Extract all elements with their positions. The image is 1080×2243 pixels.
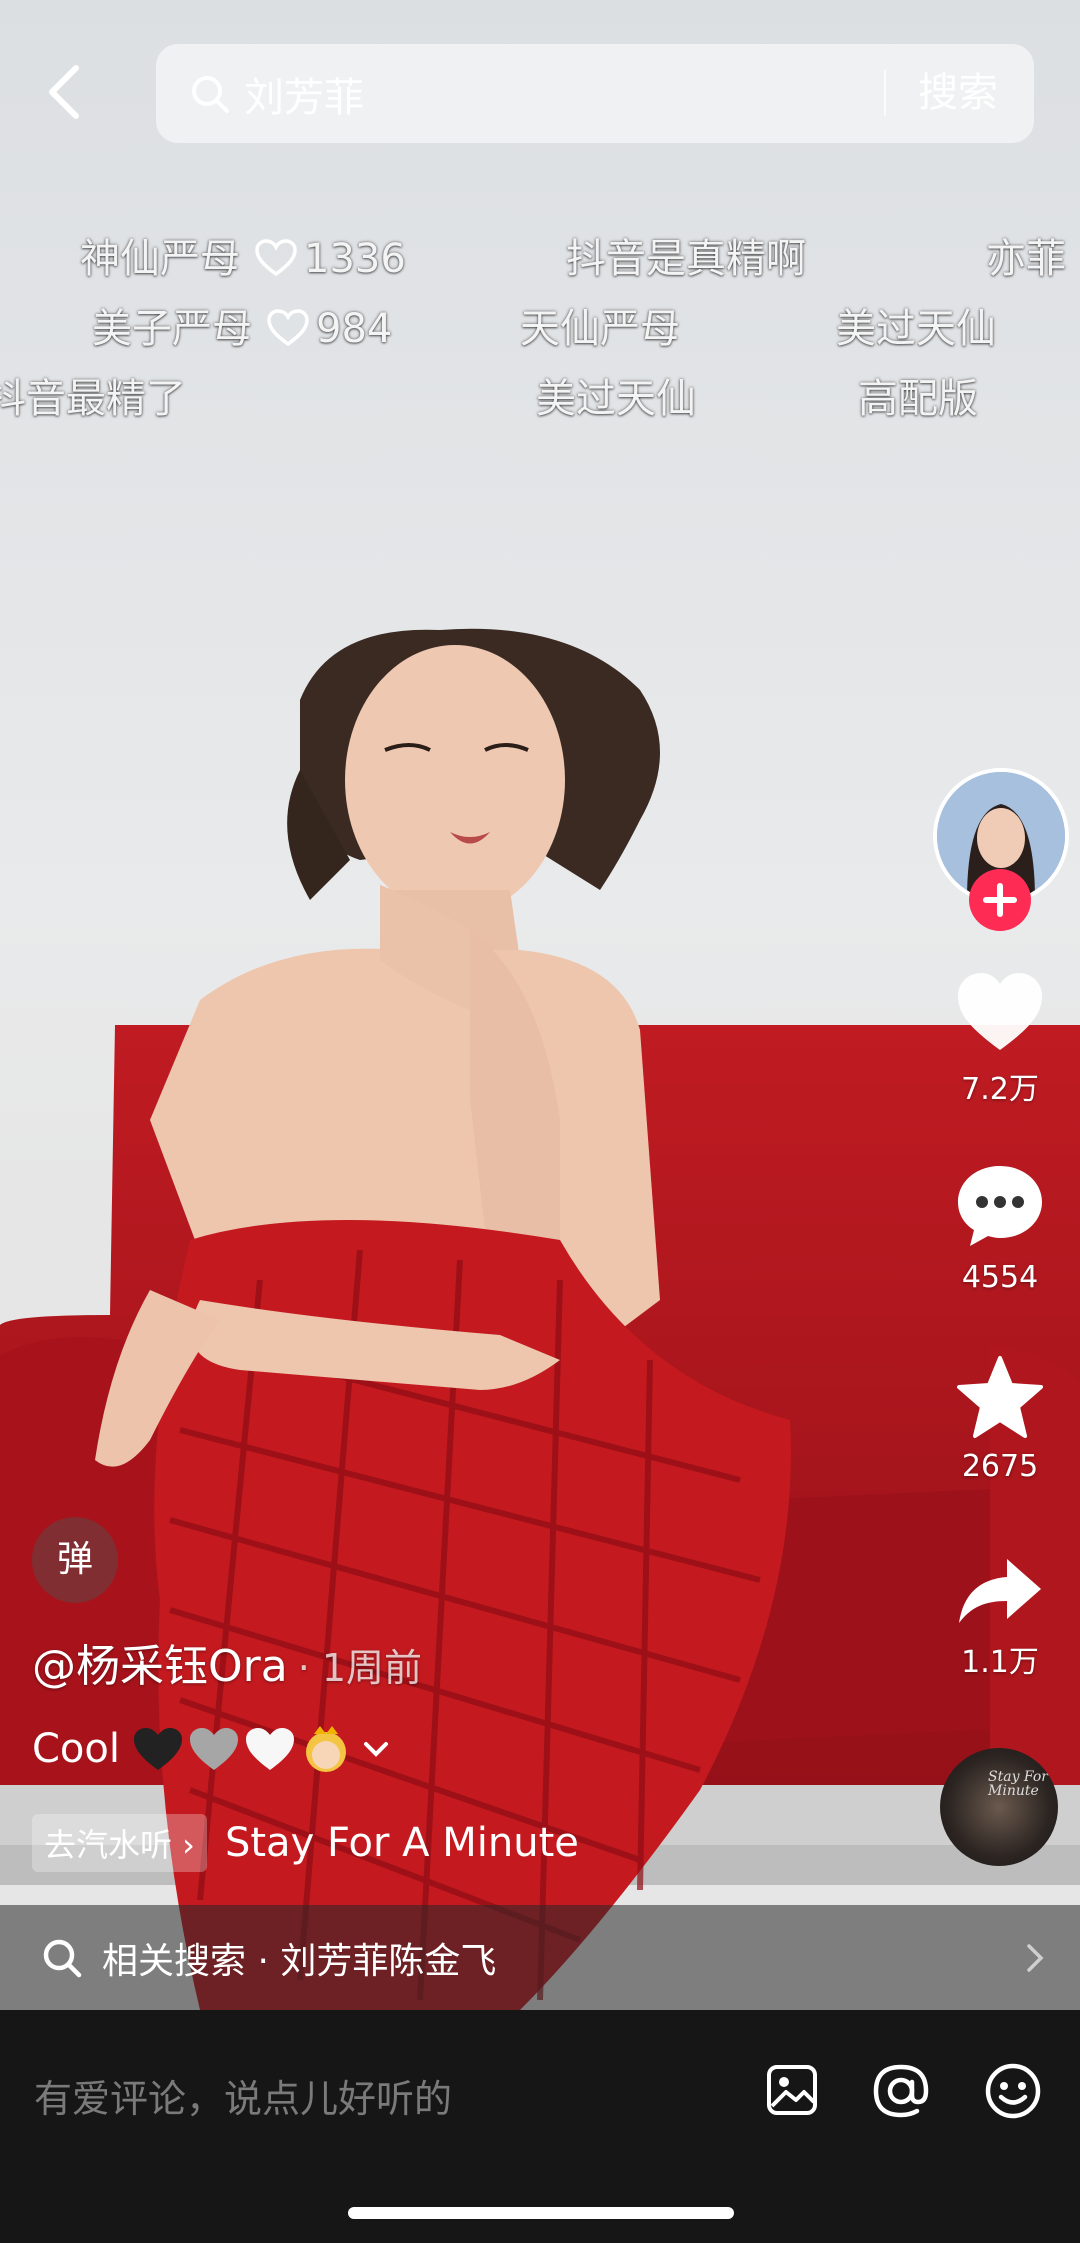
post-time: · 1周前 [297, 1646, 423, 1690]
expand-chevron-icon[interactable] [362, 1739, 390, 1759]
post-author-line: @杨采钰Ora · 1周前 [32, 1630, 422, 1694]
danmaku-item[interactable]: 亦菲 [986, 226, 1066, 284]
search-icon [43, 1939, 82, 1977]
favorite-action[interactable]: 2675 [930, 1355, 1070, 1484]
black-heart-emoji-icon [134, 1728, 182, 1770]
white-heart-emoji-icon [246, 1728, 294, 1770]
share-count: 1.1万 [961, 1645, 1039, 1680]
post-caption[interactable]: Cool [32, 1724, 390, 1774]
heart-outline-icon [255, 239, 297, 277]
related-search-bar[interactable]: 相关搜索 · 刘芳菲陈金飞 [0, 1905, 1080, 2010]
danmaku-item[interactable]: 神仙严母 1336 [80, 226, 406, 284]
danmaku-item[interactable]: 抖音是真精啊 [566, 226, 806, 284]
search-bar[interactable]: 刘芳菲 搜索 [156, 44, 1034, 143]
back-chevron-icon[interactable] [40, 62, 90, 122]
star-icon [957, 1356, 1043, 1438]
follow-plus-button[interactable] [969, 869, 1031, 931]
related-search-text: 相关搜索 · 刘芳菲陈金飞 [102, 1940, 497, 1982]
heart-icon [958, 973, 1042, 1050]
danmaku-item[interactable]: 美子严母 984 [92, 296, 392, 354]
danmaku-item[interactable]: 美过天仙 [836, 296, 996, 354]
share-action[interactable]: 1.1万 [930, 1555, 1070, 1681]
music-cover-text: Stay For Minute [988, 1769, 1048, 1799]
heart-outline-icon [267, 309, 309, 347]
comment-bubble-icon [958, 1166, 1042, 1246]
share-arrow-icon [959, 1559, 1041, 1623]
search-query[interactable]: 刘芳菲 [244, 65, 364, 123]
comment-action[interactable]: 4554 [930, 1162, 1070, 1295]
model-figure-image [95, 628, 791, 2010]
danmaku-item[interactable]: 美过天仙 [536, 366, 696, 424]
danmaku-text: 美子严母 [92, 306, 252, 352]
plus-icon [983, 883, 1017, 917]
danmaku-like-count: 984 [316, 306, 393, 352]
danmaku-text: 神仙严母 [80, 236, 240, 282]
comment-count: 4554 [961, 1260, 1039, 1295]
video-screen: 刘芳菲 搜索 神仙严母 1336 抖音是真精啊 亦菲 美子严母 984 天仙严母 美… [0, 0, 1080, 2243]
like-count: 7.2万 [961, 1072, 1039, 1107]
image-icon[interactable] [766, 2064, 818, 2116]
grey-heart-emoji-icon [190, 1728, 238, 1770]
search-icon [192, 76, 229, 113]
danmaku-item[interactable]: 天仙严母 [520, 296, 680, 354]
listen-on-soda-tag[interactable]: 去汽水听 › [32, 1814, 207, 1872]
princess-emoji-icon [306, 1726, 346, 1772]
caption-text: Cool [32, 1726, 120, 1772]
danmaku-item[interactable]: 高配版 [858, 366, 978, 424]
danmaku-like-count: 1336 [304, 236, 406, 282]
comment-input[interactable]: 有爱评论，说点儿好听的 [34, 2068, 452, 2123]
emoji-face-icon[interactable] [984, 2062, 1042, 2120]
at-mention-icon[interactable] [872, 2062, 930, 2120]
music-info[interactable]: 去汽水听 › Stay For A Minute [32, 1814, 579, 1872]
home-indicator[interactable] [348, 2207, 734, 2219]
search-divider [884, 70, 886, 116]
search-button[interactable]: 搜索 [918, 44, 998, 143]
danmaku-toggle-button[interactable]: 弹 [32, 1517, 118, 1603]
favorite-count: 2675 [961, 1449, 1039, 1484]
chevron-right-icon [1027, 1944, 1044, 1972]
song-title[interactable]: Stay For A Minute [225, 1820, 579, 1866]
author-name[interactable]: @杨采钰Ora [32, 1641, 288, 1692]
music-disc[interactable]: Stay For Minute [940, 1748, 1058, 1866]
danmaku-item[interactable]: 抖音最精了 [0, 366, 186, 424]
like-action[interactable]: 7.2万 [930, 970, 1070, 1108]
